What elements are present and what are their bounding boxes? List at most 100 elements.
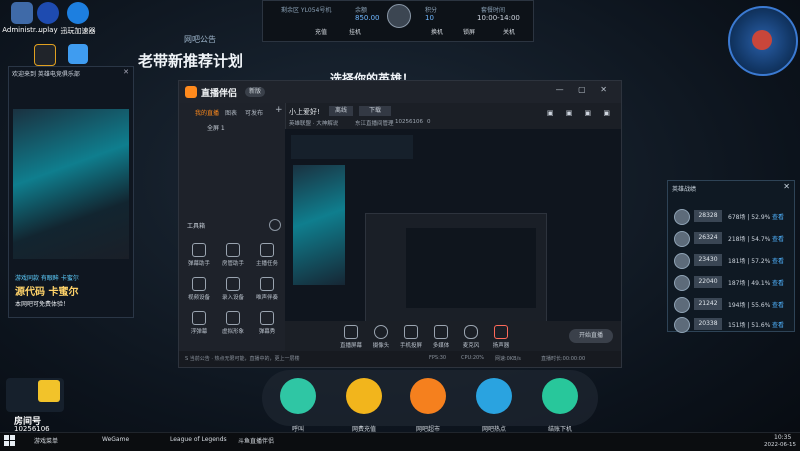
speaker-icon: [494, 325, 508, 339]
rank-panel: 英雄战绩 ✕ 28328 678场 | 52.9% 查看 26324 218场 | 5…: [667, 180, 795, 335]
status-chip[interactable]: 离线: [329, 106, 354, 116]
tab-publish[interactable]: 可发布: [245, 108, 263, 117]
nested-preview: [406, 228, 536, 308]
exit-icon[interactable]: [542, 378, 578, 414]
tool-show[interactable]: 弹幕秀: [251, 311, 283, 335]
package-label: 套餐时间: [481, 7, 506, 14]
start-live-button[interactable]: 开始直播: [569, 329, 613, 343]
tab-charts[interactable]: 图表: [225, 108, 237, 117]
header-tool-icons[interactable]: ▣ ▣ ▣ ▣: [547, 109, 615, 117]
uplay-icon: [37, 2, 59, 24]
table-row[interactable]: 23430 181场 | 57.2% 查看: [672, 251, 790, 271]
window-controls[interactable]: — ▢ ✕: [556, 85, 613, 94]
lol-client-orb[interactable]: [728, 6, 798, 76]
switch-seat-button[interactable]: 换机: [431, 27, 443, 36]
tool-accompany[interactable]: 唯声伴奏: [251, 277, 283, 301]
float-icon: [192, 311, 206, 325]
scene-item[interactable]: 全屏 1: [207, 123, 225, 132]
table-row[interactable]: 26324 218场 | 54.7% 查看: [672, 229, 790, 249]
hangup-button[interactable]: 挂机: [349, 27, 361, 36]
points-label: 积分: [425, 7, 438, 14]
table-row[interactable]: 22040 187场 | 49.1% 查看: [672, 273, 790, 293]
task-icon: [260, 243, 274, 257]
stream-preview[interactable]: [285, 129, 621, 351]
tool-admin[interactable]: 房管助手: [217, 243, 249, 267]
view-link[interactable]: 查看: [772, 278, 784, 287]
tool-tasks[interactable]: 主播任务: [251, 243, 283, 267]
close-icon[interactable]: ✕: [783, 182, 790, 191]
source-media[interactable]: 多媒体: [425, 325, 457, 349]
wegame-desktop-icon[interactable]: [34, 44, 56, 66]
start-icon[interactable]: [4, 435, 16, 447]
table-row[interactable]: 20338 151场 | 51.6% 查看: [672, 315, 790, 335]
view-link[interactable]: 查看: [772, 300, 784, 309]
source-speaker[interactable]: 扬声器: [485, 325, 517, 349]
promo-code: 源代码 卡蜜尔: [15, 287, 79, 298]
nested-app-window: [365, 213, 547, 325]
promo-panel-title: 欢迎来到 英雄电竞俱乐部: [12, 71, 80, 78]
desktop-icon-accelerator[interactable]: 迅玩加速器: [58, 2, 98, 36]
tool-float[interactable]: 浮弹幕: [183, 311, 215, 335]
cloud-desktop-icon[interactable]: [68, 44, 88, 64]
coin-icon[interactable]: [346, 378, 382, 414]
streamer-logo: [6, 378, 64, 412]
video-icon: [192, 277, 206, 291]
promo-panel: 欢迎来到 英雄电竞俱乐部 ✕ 游戏同款 有眼眸 卡蜜尔 源代码 卡蜜尔 本网吧可…: [8, 66, 134, 318]
source-microphone[interactable]: 麦克风: [455, 325, 487, 349]
bell-icon[interactable]: [280, 378, 316, 414]
lol-logo-icon: [752, 30, 772, 50]
greeting: 小上爱好!: [289, 108, 320, 116]
lock-button[interactable]: 锁屏: [463, 27, 475, 36]
clock-icon[interactable]: [476, 378, 512, 414]
avatar[interactable]: [387, 4, 411, 28]
avatar: [674, 253, 690, 269]
add-icon[interactable]: +: [275, 105, 283, 115]
danmu-icon: [192, 243, 206, 257]
table-row[interactable]: 21242 194场 | 55.6% 查看: [672, 295, 790, 315]
tool-avatar[interactable]: 虚拟形象: [217, 311, 249, 335]
avatar: [674, 231, 690, 247]
promo-title: 老带新推荐计划: [138, 52, 244, 70]
preview-topstrip: [291, 135, 413, 159]
room-id: 10256106: [395, 119, 423, 125]
avatar: [674, 317, 690, 333]
tool-record[interactable]: 录入设备: [217, 277, 249, 301]
taskbar-date: 2022-06-15: [764, 442, 796, 448]
taskbar-item-wegame[interactable]: WeGame: [102, 436, 129, 443]
close-icon[interactable]: ✕: [123, 68, 129, 76]
streaming-app-window: 直播伴侣 新版 — ▢ ✕ 我的直播 图表 可发布 + 全屏 1 工具箱 弹幕助…: [178, 80, 622, 368]
user-icon: [226, 243, 240, 257]
tool-video[interactable]: 视频设备: [183, 277, 215, 301]
monitor-icon: [344, 325, 358, 339]
version-badge[interactable]: 新版: [245, 87, 266, 97]
taskbar-item-lol[interactable]: League of Legends: [170, 436, 227, 443]
view-link[interactable]: 查看: [772, 256, 784, 265]
avatar: [674, 275, 690, 291]
view-link[interactable]: 查看: [772, 320, 784, 329]
shutdown-button[interactable]: 关机: [503, 27, 515, 36]
show-icon: [260, 311, 274, 325]
source-phone[interactable]: 手机投屏: [395, 325, 427, 349]
source-screen[interactable]: 直播屏幕: [335, 325, 367, 349]
download-chip[interactable]: 下载: [359, 106, 392, 116]
room-owner: 东江直播间管理: [355, 121, 394, 127]
settings-icon[interactable]: [269, 219, 281, 231]
rank-panel-title: 英雄战绩: [672, 186, 697, 193]
music-icon: [260, 277, 274, 291]
cart-icon[interactable]: [410, 378, 446, 414]
balance-value: 850.00: [355, 14, 380, 22]
taskbar-item-game-menu[interactable]: 游戏菜单: [34, 436, 58, 445]
promo-note: 本网吧可免费体验！: [15, 301, 70, 308]
source-camera[interactable]: 摄像头: [365, 325, 397, 349]
media-icon: [434, 325, 448, 339]
table-row[interactable]: 28328 678场 | 52.9% 查看: [672, 207, 790, 227]
tab-my-live[interactable]: 我的直播: [195, 108, 219, 117]
recharge-button[interactable]: 充值: [315, 27, 327, 36]
view-link[interactable]: 查看: [772, 212, 784, 221]
taskbar-item-stream[interactable]: 斗鱼直播伴侣: [238, 436, 274, 445]
tool-danmu[interactable]: 弹幕助手: [183, 243, 215, 267]
hero-artwork: [13, 109, 129, 259]
view-link[interactable]: 查看: [772, 234, 784, 243]
balance-label: 余额: [355, 7, 368, 14]
window-titlebar: 直播伴侣 新版 — ▢ ✕: [179, 81, 621, 103]
